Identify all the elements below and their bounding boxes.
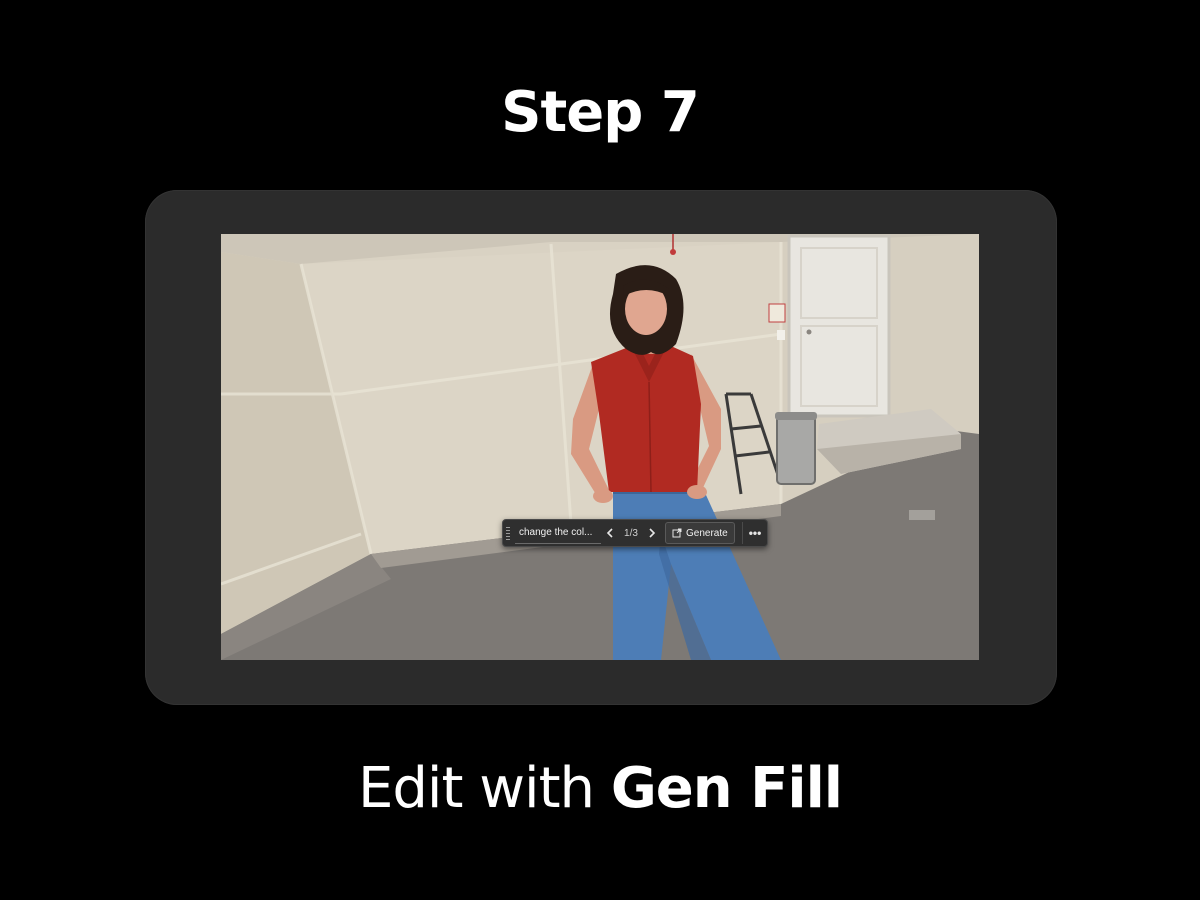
chevron-right-icon: [649, 528, 656, 538]
caption-light: Edit with: [357, 756, 611, 821]
right-hand: [687, 485, 707, 499]
floor-box: [909, 510, 935, 520]
generate-label: Generate: [686, 527, 728, 539]
ceiling-pull: [670, 249, 676, 255]
previous-variation-button[interactable]: [601, 522, 619, 544]
caption-bold: Gen Fill: [610, 756, 843, 821]
variation-counter: 1/3: [624, 527, 638, 539]
wall-sign: [768, 303, 786, 323]
door-knob: [806, 329, 812, 335]
chevron-left-icon: [606, 528, 613, 538]
contextual-taskbar: change the col... 1/3 Generate •••: [502, 519, 768, 547]
step-heading: Step 7: [501, 80, 700, 145]
garage-photo: [221, 234, 979, 660]
gen-fill-prompt-input[interactable]: change the col...: [515, 522, 601, 544]
more-dots-icon: •••: [748, 526, 762, 540]
caption: Edit with Gen Fill: [0, 756, 1200, 821]
more-options-button[interactable]: •••: [742, 522, 767, 544]
drag-handle[interactable]: [503, 520, 513, 546]
light-switch: [777, 330, 785, 340]
photo-canvas[interactable]: [221, 234, 979, 660]
generate-button[interactable]: Generate: [665, 522, 735, 544]
next-variation-button[interactable]: [643, 522, 661, 544]
left-hand: [593, 489, 613, 503]
generate-icon: [672, 528, 682, 538]
trash-can: [776, 415, 816, 485]
